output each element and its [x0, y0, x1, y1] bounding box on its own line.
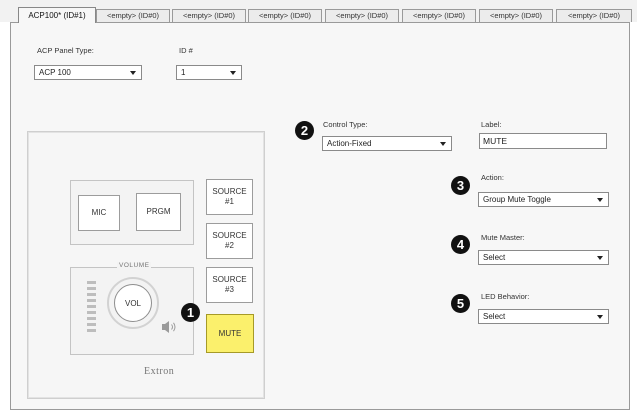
tab-empty-5[interactable]: <empty> (ID#0) [325, 9, 399, 22]
control-type-select[interactable]: Action-Fixed [322, 136, 452, 151]
tab-empty-7[interactable]: <empty> (ID#0) [479, 9, 553, 22]
control-type-value: Action-Fixed [327, 139, 372, 148]
speaker-icon [162, 321, 176, 333]
tab-empty-6[interactable]: <empty> (ID#0) [402, 9, 476, 22]
volume-meter-segment [87, 311, 96, 314]
mic-button[interactable]: MIC [78, 195, 120, 231]
action-label: Action: [481, 173, 504, 182]
volume-label: VOLUME [117, 262, 152, 269]
tab-empty-4[interactable]: <empty> (ID#0) [248, 9, 322, 22]
source-1-button[interactable]: SOURCE #1 [206, 179, 253, 215]
volume-meter-segment [87, 317, 96, 320]
led-behavior-value: Select [483, 312, 506, 321]
source-3-button[interactable]: SOURCE #3 [206, 267, 253, 303]
action-select[interactable]: Group Mute Toggle [478, 192, 609, 207]
panel-type-value: ACP 100 [39, 68, 71, 77]
extron-logo: Extron [144, 366, 175, 377]
callout-4: 4 [451, 235, 470, 254]
callout-5: 5 [451, 294, 470, 313]
chevron-down-icon [230, 71, 236, 75]
chevron-down-icon [130, 71, 136, 75]
volume-meter-segment [87, 287, 96, 290]
id-label: ID # [179, 46, 193, 55]
volume-meter-segment [87, 293, 96, 296]
action-value: Group Mute Toggle [483, 195, 551, 204]
volume-meter-segment [87, 305, 96, 308]
chevron-down-icon [597, 315, 603, 319]
id-select[interactable]: 1 [176, 65, 242, 80]
mute-button[interactable]: MUTE [206, 314, 254, 353]
mute-master-value: Select [483, 253, 506, 262]
led-behavior-select[interactable]: Select [478, 309, 609, 324]
volume-knob[interactable]: VOL [114, 284, 152, 322]
panel-type-label: ACP Panel Type: [37, 46, 94, 55]
panel-type-select[interactable]: ACP 100 [34, 65, 142, 80]
source-2-button[interactable]: SOURCE #2 [206, 223, 253, 259]
id-value: 1 [181, 68, 186, 77]
chevron-down-icon [440, 142, 446, 146]
label-input[interactable]: MUTE [479, 133, 607, 149]
prgm-button[interactable]: PRGM [136, 193, 181, 231]
callout-1: 1 [181, 303, 200, 322]
tab-empty-2[interactable]: <empty> (ID#0) [96, 9, 170, 22]
volume-meter-segment [87, 323, 96, 326]
mute-master-label: Mute Master: [481, 233, 525, 242]
callout-3: 3 [451, 176, 470, 195]
tab-strip: ACP100* (ID#1) <empty> (ID#0) <empty> (I… [0, 0, 637, 23]
chevron-down-icon [597, 256, 603, 260]
tab-empty-8[interactable]: <empty> (ID#0) [556, 9, 632, 22]
control-type-label: Control Type: [323, 120, 368, 129]
callout-2: 2 [295, 121, 314, 140]
mute-master-select[interactable]: Select [478, 250, 609, 265]
volume-meter-segment [87, 299, 96, 302]
chevron-down-icon [597, 198, 603, 202]
volume-meter-segment [87, 281, 96, 284]
tab-acp100-id1[interactable]: ACP100* (ID#1) [18, 7, 96, 23]
led-behavior-label: LED Behavior: [481, 292, 530, 301]
tab-empty-3[interactable]: <empty> (ID#0) [172, 9, 246, 22]
label-field-label: Label: [481, 120, 502, 129]
volume-meter-segment [87, 329, 96, 332]
